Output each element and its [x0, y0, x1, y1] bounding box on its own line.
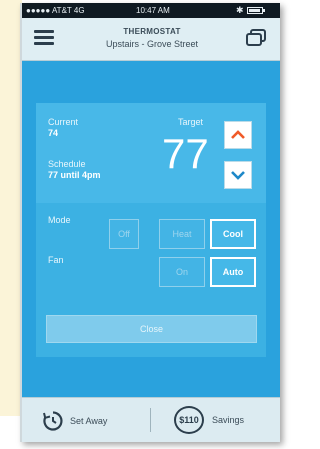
fan-on-button[interactable]: On — [159, 257, 205, 287]
mode-heat-button[interactable]: Heat — [159, 219, 205, 249]
devices-icon[interactable] — [246, 29, 268, 47]
app-header: THERMOSTAT Upstairs - Grove Street — [22, 18, 280, 61]
footer-divider — [150, 408, 151, 432]
fan-label: Fan — [48, 255, 64, 265]
bluetooth-icon: ✱ — [236, 5, 244, 15]
mode-cool-button[interactable]: Cool — [210, 219, 256, 249]
header-title: THERMOSTAT — [123, 27, 181, 36]
chevron-up-icon — [231, 130, 245, 139]
status-time: 10:47 AM — [136, 6, 170, 15]
schedule-value: 77 until 4pm — [48, 170, 101, 180]
battery-icon — [247, 7, 265, 14]
carrier-label: ●●●●● AT&T 4G — [26, 6, 85, 15]
away-timer-icon — [43, 411, 63, 431]
decrease-temperature-button[interactable] — [224, 161, 252, 189]
target-temperature: 77 — [162, 130, 209, 177]
temperature-area: Current 74 Schedule 77 until 4pm Target … — [36, 103, 266, 203]
mode-label: Mode — [48, 215, 71, 225]
status-bar: ●●●●● AT&T 4G 10:47 AM ✱ — [22, 3, 280, 18]
mode-off-button[interactable]: Off — [109, 219, 139, 249]
chevron-down-icon — [231, 171, 245, 180]
thermostat-panel: Current 74 Schedule 77 until 4pm Target … — [36, 103, 266, 357]
set-away-button[interactable]: Set Away — [42, 410, 107, 432]
target-label: Target — [178, 117, 204, 127]
hamburger-menu-icon[interactable] — [34, 30, 54, 46]
footer-bar: Set Away $110 Savings — [22, 397, 280, 442]
fan-auto-button[interactable]: Auto — [210, 257, 256, 287]
current-value: 74 — [48, 128, 59, 138]
set-away-label: Set Away — [70, 416, 108, 426]
page-side-bar — [0, 0, 22, 416]
increase-temperature-button[interactable] — [224, 121, 252, 149]
phone-screen: ●●●●● AT&T 4G 10:47 AM ✱ THERMOSTAT Upst… — [20, 3, 280, 442]
close-button[interactable]: Close — [46, 315, 257, 343]
header-subtitle: Upstairs - Grove Street — [105, 39, 199, 49]
current-label: Current — [48, 117, 79, 127]
schedule-label: Schedule — [48, 159, 86, 169]
savings-amount-badge: $110 — [174, 406, 204, 434]
savings-label: Savings — [212, 415, 245, 425]
